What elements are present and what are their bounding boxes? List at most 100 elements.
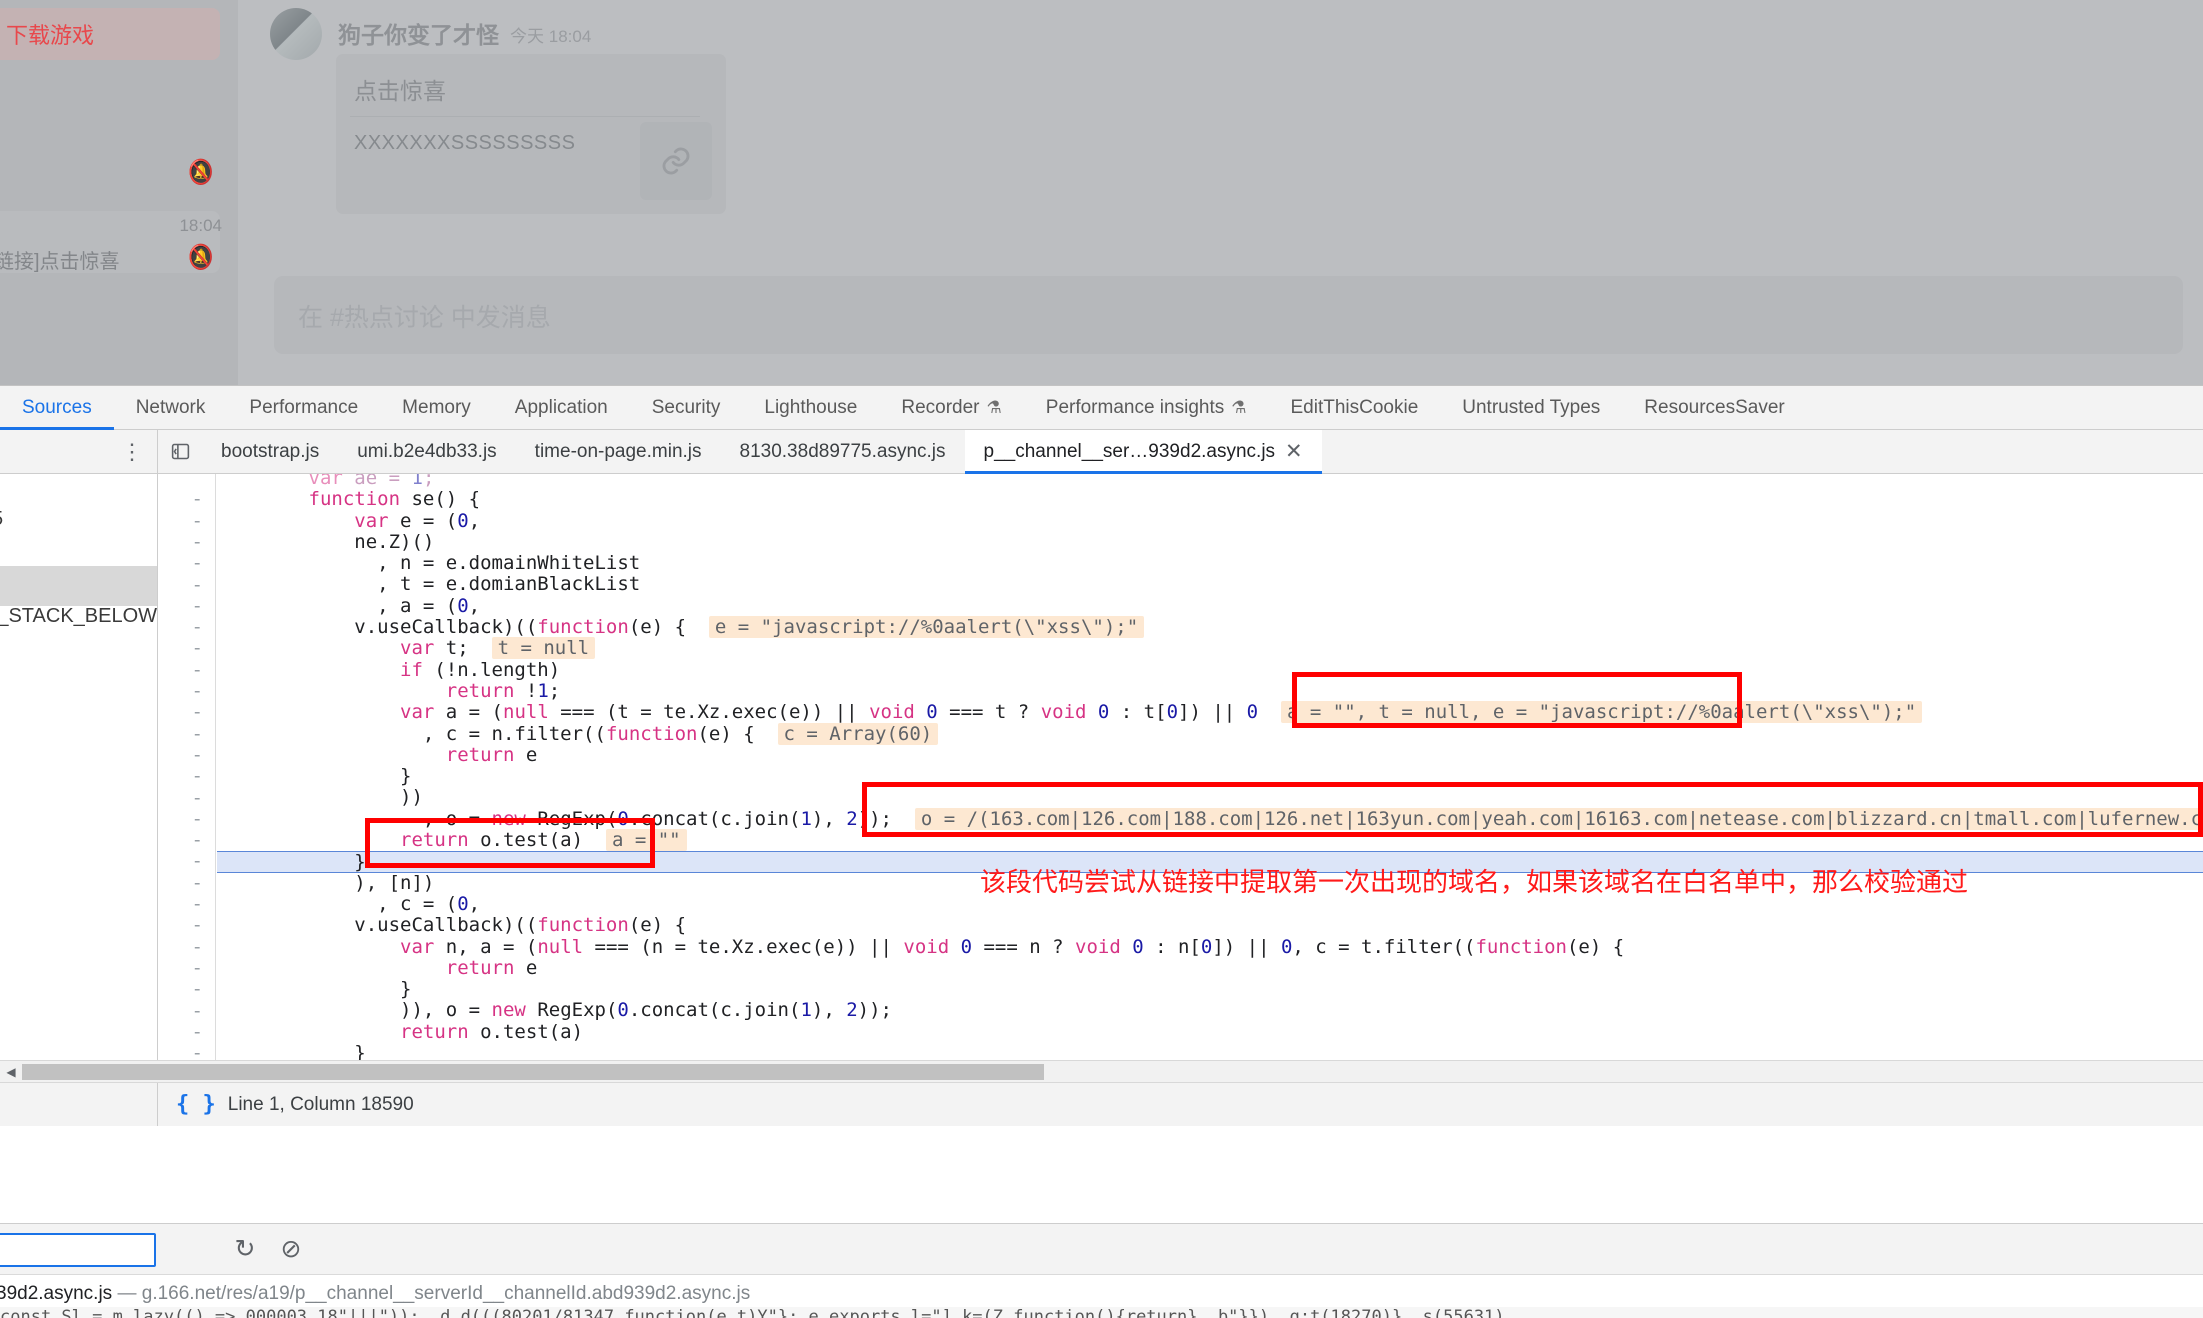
code-line[interactable]: var t; t = null [217, 638, 2203, 659]
chat-sidebar: 下载游戏 🔕 18:04 链接]点击惊喜 🔕 [0, 0, 238, 385]
gutter-fold-marker[interactable]: - [192, 894, 203, 915]
code-line[interactable]: ne.Z)() [217, 532, 2203, 553]
editor-code[interactable]: var ae = 1; function se() { var e = (0, … [217, 474, 2203, 1054]
code-line[interactable]: return o.test(a) [217, 1022, 2203, 1043]
code-line[interactable]: , n = e.domainWhiteList [217, 553, 2203, 574]
no-entry-icon[interactable]: ⊘ [268, 1234, 314, 1264]
tab-sources-label: Sources [22, 397, 92, 419]
tab-lighthouse[interactable]: Lighthouse [742, 386, 879, 429]
link-icon[interactable] [640, 122, 712, 200]
file-tab-umi[interactable]: umi.b2e4db33.js [338, 430, 515, 473]
gutter-fold-marker[interactable]: - [192, 681, 203, 702]
code-line[interactable]: )), o = new RegExp(0.concat(c.join(1… [217, 1000, 2203, 1021]
tab-performance[interactable]: Performance [227, 386, 380, 429]
gutter-fold-marker[interactable]: - [192, 1043, 203, 1060]
gutter-fold-marker[interactable]: - [192, 851, 203, 872]
gutter-fold-marker[interactable]: - [192, 937, 203, 958]
tab-performance-insights[interactable]: Performance insights ⚗ [1024, 386, 1269, 429]
file-tab-p-channel-async[interactable]: p__channel__ser…939d2.async.js ✕ [965, 430, 1322, 473]
curly-braces-icon[interactable]: { } [158, 1092, 228, 1117]
code-line[interactable]: , t = e.domianBlackList [217, 574, 2203, 595]
avatar[interactable] [270, 8, 322, 60]
filter-input[interactable] [0, 1233, 156, 1267]
tab-editthiscookie[interactable]: EditThisCookie [1268, 386, 1440, 429]
file-tab-time-on-page[interactable]: time-on-page.min.js [516, 430, 721, 473]
gutter-fold-marker[interactable]: - [192, 638, 203, 659]
gutter-fold-marker[interactable]: - [192, 489, 203, 510]
tab-security[interactable]: Security [630, 386, 743, 429]
code-line[interactable]: return o.test(a) a = "" [217, 830, 2203, 851]
close-icon[interactable]: ✕ [1285, 439, 1303, 464]
gutter-fold-marker[interactable]: - [192, 1022, 203, 1043]
console-clipped-output: const Sl = m.lazy(() => 000003.18"|||"))… [0, 1307, 2203, 1318]
gutter-fold-marker[interactable]: - [192, 873, 203, 894]
drawer-toolbar: ↻ ⊘ [0, 1223, 2203, 1275]
gutter-fold-marker[interactable]: - [192, 724, 203, 745]
gutter-fold-marker[interactable]: - [192, 979, 203, 1000]
message-embed-card[interactable]: 点击惊喜 XXXXXXXSSSSSSSSS [336, 54, 726, 214]
gutter-fold-marker[interactable]: - [192, 532, 203, 553]
more-options-icon[interactable]: ⋮ [121, 445, 143, 458]
gutter-fold-marker[interactable]: - [192, 660, 203, 681]
code-line[interactable]: , a = (0, [217, 596, 2203, 617]
code-line[interactable]: if (!n.length) [217, 660, 2203, 681]
tab-performance-label: Performance [249, 397, 358, 419]
code-line[interactable]: var n, a = (null === (n = te.Xz.exec(e))… [217, 937, 2203, 958]
code-line[interactable]: } [217, 979, 2203, 1000]
tab-application[interactable]: Application [493, 386, 630, 429]
bell-slash-icon-2[interactable]: 🔕 [188, 243, 213, 272]
file-tab-8130-async[interactable]: 8130.38d89775.async.js [721, 430, 965, 473]
scrollbar-thumb[interactable] [22, 1064, 1044, 1080]
sidebar-item-download-game[interactable]: 下载游戏 [0, 8, 220, 60]
cursor-position: Line 1, Column 18590 [228, 1094, 414, 1116]
code-line[interactable]: var ae = 1; [217, 474, 2203, 489]
code-line[interactable]: } [217, 766, 2203, 787]
tab-recorder[interactable]: Recorder ⚗ [879, 386, 1023, 429]
file-tab-bootstrap[interactable]: bootstrap.js [202, 430, 338, 473]
gutter-fold-marker[interactable]: - [192, 788, 203, 809]
reload-icon[interactable]: ↻ [222, 1234, 268, 1264]
code-line[interactable]: } [217, 1043, 2203, 1060]
tab-sources[interactable]: Sources [0, 386, 114, 429]
tab-untrusted-types[interactable]: Untrusted Types [1440, 386, 1622, 429]
code-line[interactable]: function se() { [217, 489, 2203, 510]
gutter-fold-marker[interactable]: - [192, 830, 203, 851]
gutter-fold-marker[interactable]: - [192, 617, 203, 638]
tab-memory[interactable]: Memory [380, 386, 493, 429]
tab-application-label: Application [515, 397, 608, 419]
gutter-fold-marker[interactable]: - [192, 1001, 203, 1022]
toggle-navigator-icon[interactable] [158, 430, 202, 473]
code-line[interactable]: , c = n.filter((function(e) { c = Array(… [217, 724, 2203, 745]
message-composer[interactable]: 在 #热点讨论 中发消息 [274, 276, 2183, 354]
gutter-fold-marker[interactable]: - [192, 958, 203, 979]
gutter-fold-marker[interactable]: - [192, 766, 203, 787]
gutter-fold-marker[interactable]: - [192, 702, 203, 723]
code-line[interactable]: var e = (0, [217, 511, 2203, 532]
gutter-fold-marker[interactable]: - [192, 511, 203, 532]
scroll-left-arrow[interactable]: ◀ [0, 1065, 22, 1079]
code-editor[interactable]: ------------------------------ var ae = … [158, 474, 2203, 1060]
code-line[interactable]: return !1; [217, 681, 2203, 702]
embed-divider [350, 116, 700, 117]
gutter-fold-marker[interactable]: - [192, 553, 203, 574]
tab-resourcessaver[interactable]: ResourcesSaver [1622, 386, 1806, 429]
editor-file-tabs: ⋮ bootstrap.js umi.b2e4db33.js time-on-p… [0, 430, 2203, 474]
console-source-link[interactable]: 39d2.async.js — g.166.net/res/a19/p__cha… [0, 1283, 750, 1305]
gutter-fold-marker[interactable]: - [192, 915, 203, 936]
code-line[interactable]: , o = new RegExp(0.concat(c.join(1),… [217, 809, 2203, 830]
gutter-fold-marker[interactable]: - [192, 575, 203, 596]
bell-slash-icon[interactable]: 🔕 [188, 158, 213, 187]
code-line[interactable]: v.useCallback)((function(e) { [217, 915, 2203, 936]
tab-network[interactable]: Network [114, 386, 228, 429]
gutter-fold-marker[interactable]: - [192, 745, 203, 766]
code-line[interactable]: )) [217, 787, 2203, 808]
code-line[interactable]: var a = (null === (t = te.Xz.exec(e)) ||… [217, 702, 2203, 723]
flask-icon: ⚗ [987, 398, 1002, 418]
gutter-fold-marker[interactable]: - [192, 596, 203, 617]
editor-gutter[interactable]: ------------------------------ [158, 474, 216, 1060]
editor-horizontal-scrollbar[interactable]: ◀ [0, 1060, 2203, 1082]
gutter-fold-marker[interactable]: - [192, 809, 203, 830]
code-line[interactable]: v.useCallback)((function(e) { e = "javas… [217, 617, 2203, 638]
code-line[interactable]: return e [217, 745, 2203, 766]
code-line[interactable]: return e [217, 958, 2203, 979]
